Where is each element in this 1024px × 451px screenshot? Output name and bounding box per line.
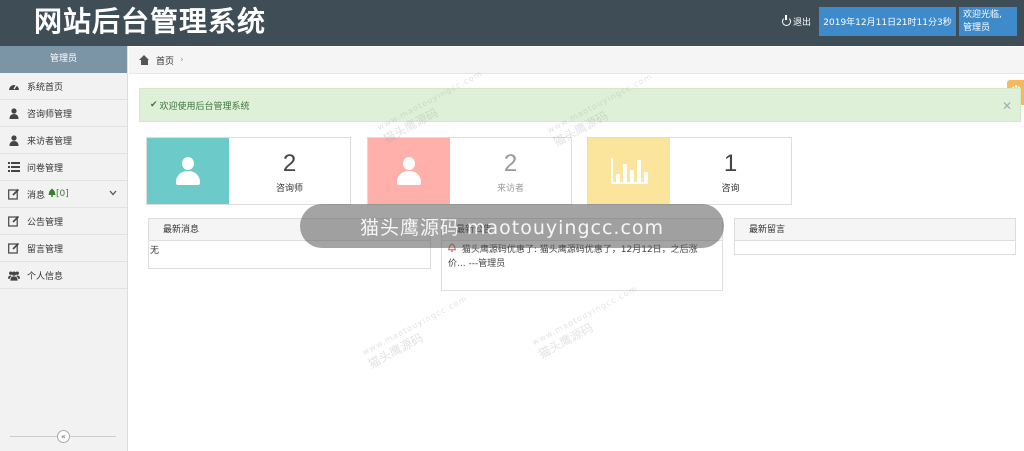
empty-state-text: 无 (150, 246, 160, 256)
message-count-badge: [0] (56, 189, 69, 199)
panel-title: 最新留言 (735, 219, 1015, 241)
logout-button[interactable]: 退出 (782, 15, 811, 28)
sidebar-item-label: 咨询师管理 (27, 109, 73, 120)
stat-card-consultations[interactable]: 1 咨询 (587, 137, 792, 205)
panel-title: 最新消息 (149, 219, 430, 241)
latest-comments-panel: 最新留言 (734, 218, 1016, 255)
stat-icon-panel (368, 138, 450, 204)
sidebar-item-label: 系统首页 (27, 82, 64, 93)
breadcrumb-separator-icon: › (180, 55, 184, 65)
alert-message: 欢迎使用后台管理系统 (159, 101, 250, 112)
sidebar-item-label: 问卷管理 (27, 163, 64, 174)
users-icon (8, 269, 20, 281)
power-icon (782, 15, 791, 26)
user-icon (8, 134, 20, 146)
sidebar-item-label: 公告管理 (27, 217, 64, 228)
stat-value: 1 (723, 150, 738, 177)
breadcrumb: 首页 › (129, 47, 1024, 74)
welcome-alert: ✔ 欢迎使用后台管理系统 ✕ (139, 88, 1021, 122)
stat-label: 咨询师 (275, 184, 303, 194)
bar-chart-icon (610, 158, 648, 184)
stat-icon-panel (588, 138, 670, 204)
stat-value: 2 (503, 150, 518, 177)
watermark: www.maotouyingcc.com 猫头鹰源码 (530, 283, 639, 362)
sidebar-item-questionnaires[interactable]: 问卷管理 (0, 154, 127, 181)
check-icon: ✔ (150, 100, 158, 110)
welcome-username: 管理员 (963, 23, 991, 33)
breadcrumb-home[interactable]: 首页 (156, 54, 174, 67)
list-icon (8, 161, 20, 173)
stat-icon-panel (147, 138, 229, 204)
sidebar-item-home[interactable]: 系统首页 (0, 73, 127, 100)
sidebar: 管理员 系统首页 咨询师管理 来访者管理 问卷管理 消息 [0] 公告管理 留言… (0, 46, 128, 451)
latest-messages-panel: 最新消息 无 (148, 218, 431, 269)
sidebar-item-label: 来访者管理 (27, 136, 73, 147)
stat-value: 2 (282, 150, 297, 177)
sidebar-item-visitors[interactable]: 来访者管理 (0, 127, 127, 154)
sidebar-heading: 管理员 (0, 46, 127, 73)
user-icon (8, 107, 20, 119)
user-icon (394, 156, 424, 186)
chevron-down-icon[interactable] (109, 189, 117, 199)
edit-icon (8, 188, 20, 200)
dashboard-icon (8, 80, 20, 92)
stat-label: 来访者 (496, 184, 524, 194)
welcome-text: 欢迎光临, (963, 10, 1002, 20)
bell-icon (48, 188, 56, 200)
notice-item[interactable]: 猫头鹰源码优惠了: 猫头鹰源码优惠了，12月12日，之后涨 价... ---管理… (442, 241, 722, 273)
sidebar-item-label: 消息 (27, 190, 46, 201)
stat-label: 咨询 (721, 184, 740, 194)
app-title: 网站后台管理系统 (34, 5, 267, 38)
notice-text: 猫头鹰源码优惠了: 猫头鹰源码优惠了，12月12日，之后涨 (461, 245, 698, 255)
sidebar-item-messages[interactable]: 消息 [0] (0, 181, 127, 208)
sidebar-collapse-icon[interactable]: « (57, 430, 70, 443)
close-icon[interactable]: ✕ (1002, 99, 1012, 113)
user-icon (173, 156, 203, 186)
sidebar-item-comments[interactable]: 留言管理 (0, 235, 127, 262)
sidebar-item-label: 个人信息 (27, 271, 64, 282)
latest-notices-panel: 最新公告 猫头鹰源码优惠了: 猫头鹰源码优惠了，12月12日，之后涨 价... … (441, 218, 723, 291)
top-header: 网站后台管理系统 退出 2019年12月11日21时11分3秒 欢迎光临, 管理… (0, 0, 1024, 46)
sidebar-item-label: 留言管理 (27, 244, 64, 255)
sidebar-item-counselors[interactable]: 咨询师管理 (0, 100, 127, 127)
sidebar-item-profile[interactable]: 个人信息 (0, 262, 127, 289)
edit-icon (8, 215, 20, 227)
current-datetime: 2019年12月11日21时11分3秒 (819, 7, 956, 36)
stat-card-counselors[interactable]: 2 咨询师 (146, 137, 351, 205)
edit-icon (8, 242, 20, 254)
bell-icon (448, 243, 459, 255)
welcome-box[interactable]: 欢迎光临, 管理员 (959, 7, 1017, 36)
logout-label: 退出 (793, 18, 812, 28)
home-icon (139, 55, 150, 65)
panel-title: 最新公告 (442, 219, 722, 241)
sidebar-item-notices[interactable]: 公告管理 (0, 208, 127, 235)
notice-text-cont: 价... ---管理员 (448, 259, 506, 269)
stat-card-visitors[interactable]: 2 来访者 (367, 137, 572, 205)
watermark: www.maotouyingcc.com 猫头鹰源码 (360, 293, 469, 372)
